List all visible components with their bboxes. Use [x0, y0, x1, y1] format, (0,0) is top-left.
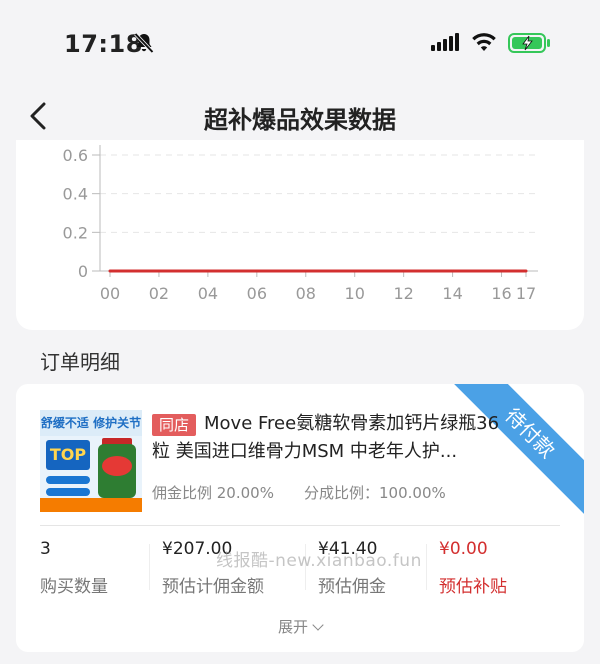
y-tick-label: 0.4	[63, 185, 88, 204]
chevron-down-icon	[312, 619, 324, 631]
metric-label: 预估补贴	[439, 577, 507, 597]
product-title[interactable]: Move Free氨糖软骨素加钙片绿瓶36粒 美国进口维骨力MSM 中老年人护.…	[152, 410, 502, 466]
line-chart: 0 0.2 0.4 0.6 00 02 04 06 08 10 12 14 16 17	[63, 145, 538, 303]
nav-bar: 超补爆品效果数据	[0, 88, 600, 148]
y-tick-label: 0	[78, 262, 88, 281]
metric-quantity: 3 购买数量	[40, 536, 108, 606]
data-point	[157, 269, 161, 273]
status-bar: 17:18	[0, 0, 600, 88]
bell-slash-icon	[134, 32, 154, 54]
x-tick-label: 14	[442, 284, 462, 303]
watermark: 线报酷-new.xianbao.fun	[216, 551, 422, 571]
x-tick-label: 17	[516, 284, 536, 303]
data-point	[353, 269, 357, 273]
divider	[426, 544, 427, 590]
divider	[149, 544, 150, 590]
data-point	[402, 269, 406, 273]
data-point	[255, 269, 259, 273]
wifi-icon	[472, 33, 496, 51]
section-title-orders: 订单明细	[40, 350, 120, 374]
data-point	[500, 269, 504, 273]
share-rate: 分成比例：100.00%	[304, 484, 446, 502]
x-tick-label: 06	[247, 284, 267, 303]
thumbnail-top-badge: TOP	[46, 440, 90, 470]
thumbnail-footer	[40, 498, 142, 512]
order-card[interactable]: 待付款 舒缓不适 修护关节 TOP Move Free氨糖软骨素加钙片绿瓶36粒…	[16, 384, 584, 652]
expand-label: 展开	[277, 618, 308, 636]
bottle-label-shape	[102, 456, 132, 476]
cellular-signal-icon	[431, 33, 459, 51]
thumbnail-stripe	[46, 476, 90, 484]
data-point	[304, 269, 308, 273]
x-tick-label: 12	[393, 284, 413, 303]
thumbnail-stripe	[46, 488, 90, 496]
x-tick-label: 04	[198, 284, 218, 303]
x-tick-label: 02	[149, 284, 169, 303]
chart-card: 0 0.2 0.4 0.6 00 02 04 06 08 10 12 14 16 17	[16, 140, 584, 330]
battery-charging-icon	[508, 33, 550, 53]
data-point	[108, 269, 112, 273]
metric-value: ¥0.00	[439, 539, 488, 559]
divider	[40, 525, 560, 526]
metric-label: 购买数量	[40, 577, 108, 597]
thumbnail-headline: 舒缓不适 修护关节	[40, 410, 142, 436]
data-point	[206, 269, 210, 273]
metric-value: 3	[40, 539, 51, 559]
metric-label: 预估佣金	[318, 577, 386, 597]
page-title: 超补爆品效果数据	[204, 106, 396, 134]
shop-tag: 同店	[152, 414, 197, 436]
expand-button[interactable]: 展开	[16, 616, 584, 637]
y-tick-label: 0.6	[63, 146, 88, 165]
commission-rate: 佣金比例 20.00%	[152, 484, 274, 502]
data-point	[524, 269, 528, 273]
data-point	[451, 269, 455, 273]
metric-subsidy: ¥0.00 预估补贴	[439, 536, 507, 606]
x-tick-label: 08	[296, 284, 316, 303]
metric-label: 预估计佣金额	[162, 577, 264, 597]
x-tick-label: 16	[491, 284, 511, 303]
x-tick-label: 10	[345, 284, 365, 303]
y-tick-label: 0.2	[63, 223, 88, 242]
product-thumbnail[interactable]: 舒缓不适 修护关节 TOP	[40, 410, 142, 512]
x-tick-label: 00	[100, 284, 120, 303]
